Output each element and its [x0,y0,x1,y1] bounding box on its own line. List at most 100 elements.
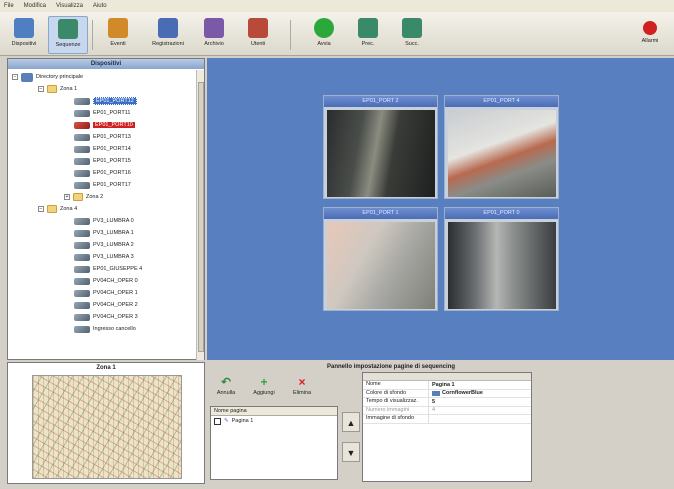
page-properties-grid[interactable]: Nome Pagina 1 Colore di sfondo Cornflowe… [362,372,532,482]
tree-zone-2[interactable]: + Zona 2 [64,192,103,202]
tree-camera-item[interactable]: PV3_LUMBRA 2 [74,240,134,250]
play-button[interactable]: Avvia [304,16,344,54]
menu-view[interactable]: Visualizza [56,3,83,9]
plus-icon: + [260,375,268,389]
alarms-label: Allarmi [641,38,659,44]
property-row[interactable]: Tempo di visualizzaz. 5 [363,398,531,407]
tree-camera-item[interactable]: EP01_PORT17 [74,180,131,190]
directory-icon [21,72,33,82]
tree-camera-item[interactable]: EP01_PORT12 [74,96,137,106]
camera-label: PV04CH_OPER 1 [93,290,138,296]
video-tile[interactable]: EP01_PORT 1 [323,207,438,311]
devices-panel: Dispositivi − Directory principale − Zon… [7,58,205,360]
tree-camera-item[interactable]: EP01_GIUSEPPE 4 [74,264,142,274]
tree-camera-item[interactable]: PV3_LUMBRA 0 [74,216,134,226]
alarms-button[interactable]: Allarmi [630,16,670,54]
page-checkbox[interactable] [214,417,221,425]
camera-icon [74,253,90,261]
sequence-icon [58,19,78,39]
property-key: Nome [363,381,429,389]
tree-camera-item[interactable]: PV3_LUMBRA 3 [74,252,134,262]
camera-label: PV3_LUMBRA 3 [93,254,134,260]
tree-camera-item[interactable]: EP01_PORT11 [74,108,130,118]
map-panel-title: Zona 1 [8,363,204,373]
delete-page-button[interactable]: × Elimina [287,376,317,402]
page-list-item[interactable]: ✎ Pagina 1 [211,416,337,426]
tree-camera-item[interactable]: PV3_LUMBRA 1 [74,228,134,238]
scrollbar-thumb[interactable] [198,82,204,352]
events-button[interactable]: Eventi [98,16,138,54]
camera-label: Ingresso cancello [93,326,136,332]
camera-feed [327,110,435,197]
archive-button[interactable]: Archivio [194,16,234,54]
menu-file[interactable]: File [4,3,14,9]
move-down-button[interactable]: ▼ [342,442,360,462]
property-value: 4 [432,407,436,414]
camera-icon [74,277,90,285]
device-tree[interactable]: − Directory principale − Zona 1 EP01_POR… [8,70,198,360]
users-button[interactable]: Utenti [238,16,278,54]
collapse-icon[interactable]: − [38,86,44,92]
property-row[interactable]: Nome Pagina 1 [363,381,531,390]
tree-camera-item[interactable]: EP01_PORT13 [74,132,131,142]
tree-camera-item[interactable]: PV04CH_OPER 2 [74,300,138,310]
tree-camera-item[interactable]: EP01_PORT14 [74,144,131,154]
add-page-label: Aggiungi [253,390,275,396]
cancel-button[interactable]: ↶ Annulla [211,376,241,402]
properties-header [363,373,531,381]
property-row[interactable]: Colore di sfondo CornflowerBlue [363,389,531,398]
tree-camera-item[interactable]: PV04CH_OPER 3 [74,312,138,322]
property-row[interactable]: Numero immagini 4 [363,406,531,415]
zone-map-image[interactable] [32,375,182,479]
sequences-label: Sequenze [55,42,81,48]
tree-zone-4[interactable]: − Zona 4 [38,204,77,214]
move-up-button[interactable]: ▲ [342,412,360,432]
camera-feed [327,222,435,309]
collapse-icon[interactable]: − [12,74,18,80]
devices-button[interactable]: Dispositivi [4,16,44,54]
video-tile[interactable]: EP01_PORT 4 [444,95,559,199]
tree-camera-item[interactable]: Ingresso cancello [74,324,136,334]
video-tile-title: EP01_PORT 2 [324,96,437,107]
users-icon [248,18,268,38]
property-key: Colore di sfondo [363,389,429,397]
add-page-button[interactable]: + Aggiungi [249,376,279,402]
camera-feed [448,110,556,197]
tree-camera-item[interactable]: EP01_PORT15 [74,156,131,166]
tree-camera-item[interactable]: EP01_PORT16 [74,168,131,178]
camera-label: EP01_PORT15 [93,158,131,164]
pages-list[interactable]: Nome pagina ✎ Pagina 1 [210,406,338,480]
delete-page-label: Elimina [292,390,312,396]
tree-camera-item[interactable]: EP01_PORT10 [74,120,135,130]
device-tree-scrollbar[interactable] [196,70,204,360]
property-value[interactable]: 5 [429,398,435,406]
tree-root[interactable]: − Directory principale [12,72,83,82]
menu-help[interactable]: Aiuto [93,3,107,9]
alarm-icon [643,21,657,35]
tree-camera-item[interactable]: PV04CH_OPER 0 [74,276,138,286]
tree-camera-item[interactable]: PV04CH_OPER 1 [74,288,138,298]
property-value[interactable]: CornflowerBlue [429,390,483,398]
camera-icon [74,229,90,237]
empty-area [537,362,674,484]
collapse-icon[interactable]: − [38,206,44,212]
sequences-button[interactable]: Sequenze [48,16,88,54]
camera-icon [74,169,90,177]
recordings-label: Registrazioni [152,41,184,47]
recordings-button[interactable]: Registrazioni [148,16,188,54]
property-value[interactable] [429,415,432,423]
tree-zone-1[interactable]: − Zona 1 [38,84,77,94]
next-button[interactable]: Succ. [392,16,432,54]
expand-icon[interactable]: + [64,194,70,200]
menu-edit[interactable]: Modifica [24,3,46,9]
previous-button[interactable]: Prec. [348,16,388,54]
camera-alarm-icon [74,121,90,129]
video-tile[interactable]: EP01_PORT 0 [444,207,559,311]
video-tile[interactable]: EP01_PORT 2 [323,95,438,199]
property-value[interactable]: Pagina 1 [429,381,455,389]
property-row[interactable]: Immagine di sfondo [363,415,531,424]
camera-label: PV04CH_OPER 2 [93,302,138,308]
toolbar: Dispositivi Sequenze Eventi Registrazion… [0,12,674,56]
map-panel: Zona 1 [7,362,205,484]
folder-icon [47,85,57,93]
